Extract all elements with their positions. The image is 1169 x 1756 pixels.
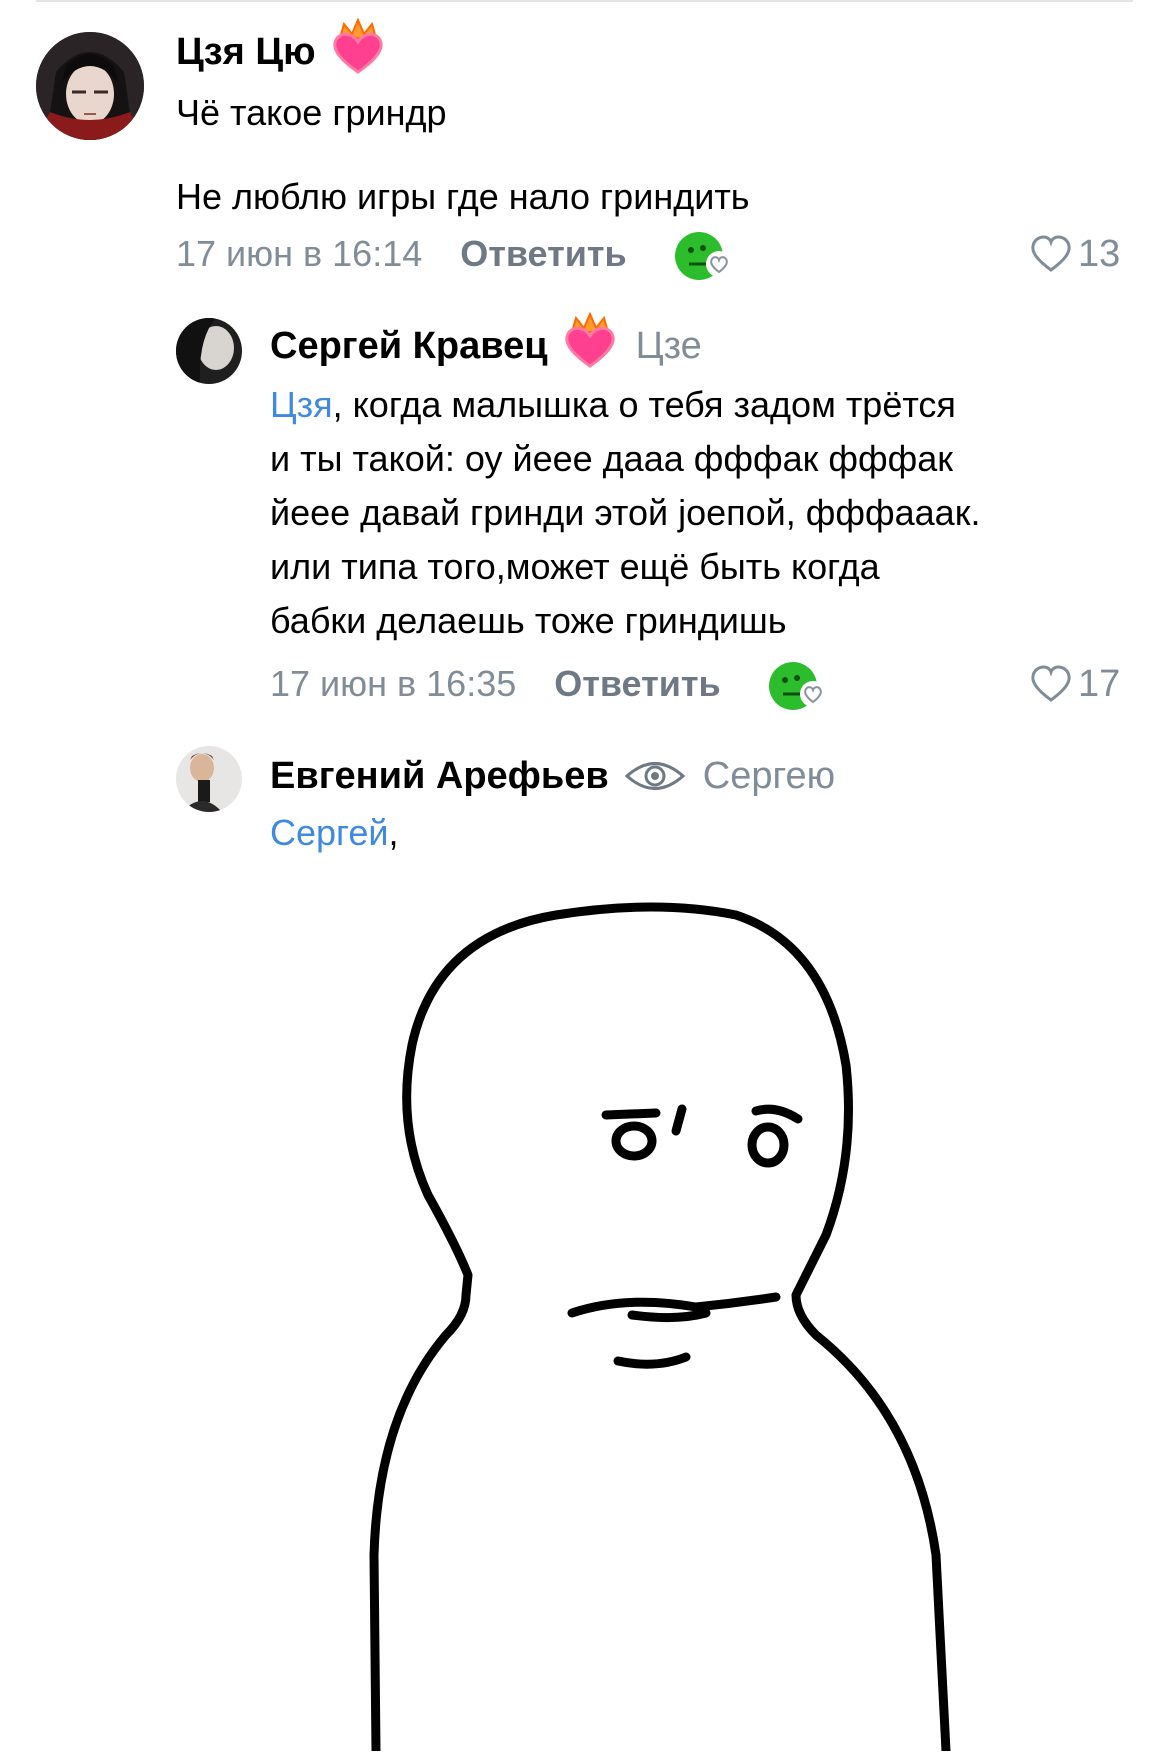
comment-author[interactable]: Сергей Кравец Цзе — [270, 311, 702, 376]
mention-link[interactable]: Сергей — [270, 812, 389, 853]
comment-text: Сергей, — [270, 806, 399, 860]
author-name[interactable]: Цзя Цю — [176, 31, 316, 74]
comment-line: и ты такой: оу йеее дааа фффак фффак — [270, 438, 953, 479]
avatar-evgeniy[interactable] — [176, 746, 242, 812]
avatar-sergey[interactable] — [176, 318, 242, 384]
heart-outline-icon — [1030, 235, 1072, 273]
like-count: 13 — [1078, 232, 1121, 275]
mention-link[interactable]: Цзя — [270, 384, 333, 425]
comment-meta: 17 июн в 16:14 Ответить — [176, 226, 732, 282]
comment-date[interactable]: 17 июн в 16:35 — [270, 663, 516, 705]
comment-date[interactable]: 17 июн в 16:14 — [176, 233, 422, 275]
comment-fragment: , когда малышка о тебя задом трётся — [332, 384, 956, 425]
comment-fragment: , — [388, 812, 399, 853]
author-name[interactable]: Евгений Арефьев — [270, 755, 609, 798]
green-face-reaction-icon[interactable] — [767, 658, 826, 710]
avatar-image — [176, 318, 242, 384]
reply-to-name[interactable]: Сергею — [703, 755, 835, 798]
comment-line: Чё такое гриндр — [176, 92, 447, 133]
reply-button[interactable]: Ответить — [460, 233, 626, 275]
comment-text: Цзя, когда малышка о тебя задом трётся и… — [270, 378, 1130, 648]
reply-button[interactable]: Ответить — [554, 663, 720, 705]
like-button[interactable]: 17 — [1030, 656, 1120, 712]
author-name[interactable]: Сергей Кравец — [270, 325, 548, 368]
heart-outline-icon — [1030, 665, 1072, 703]
comment-line: бабки делаешь тоже гриндишь — [270, 600, 787, 641]
meme-image[interactable] — [356, 895, 976, 1756]
reply-to-name[interactable]: Цзе — [636, 325, 702, 368]
green-face-reaction-icon[interactable] — [673, 228, 732, 280]
comment-text: Чё такое гриндр Не люблю игры где нало г… — [176, 86, 750, 224]
avatar-image — [176, 746, 242, 812]
flame-heart-icon[interactable] — [330, 17, 386, 86]
comment-author[interactable]: Евгений Арефьев Сергею — [270, 746, 835, 806]
comment-line: Цзя, когда малышка о тебя задом трётся — [270, 378, 1130, 432]
comment-author[interactable]: Цзя Цю — [176, 17, 386, 82]
top-divider — [36, 0, 1133, 2]
avatar-tszya[interactable] — [36, 32, 144, 140]
comment-line: Не люблю игры где нало гриндить — [176, 176, 750, 217]
comment-line: йеее давай гринди этой jоепой, фффааак. — [270, 492, 981, 533]
comment-line: Сергей, — [270, 806, 399, 860]
avatar-image — [36, 32, 144, 140]
comment-meta: 17 июн в 16:35 Ответить — [270, 656, 826, 712]
comment-line: или типа того,может ещё быть когда — [270, 546, 880, 587]
flame-heart-icon[interactable] — [562, 311, 618, 380]
like-button[interactable]: 13 — [1030, 226, 1120, 282]
meme-drawing — [369, 902, 951, 1756]
eye-icon — [624, 759, 685, 793]
like-count: 17 — [1078, 662, 1121, 705]
